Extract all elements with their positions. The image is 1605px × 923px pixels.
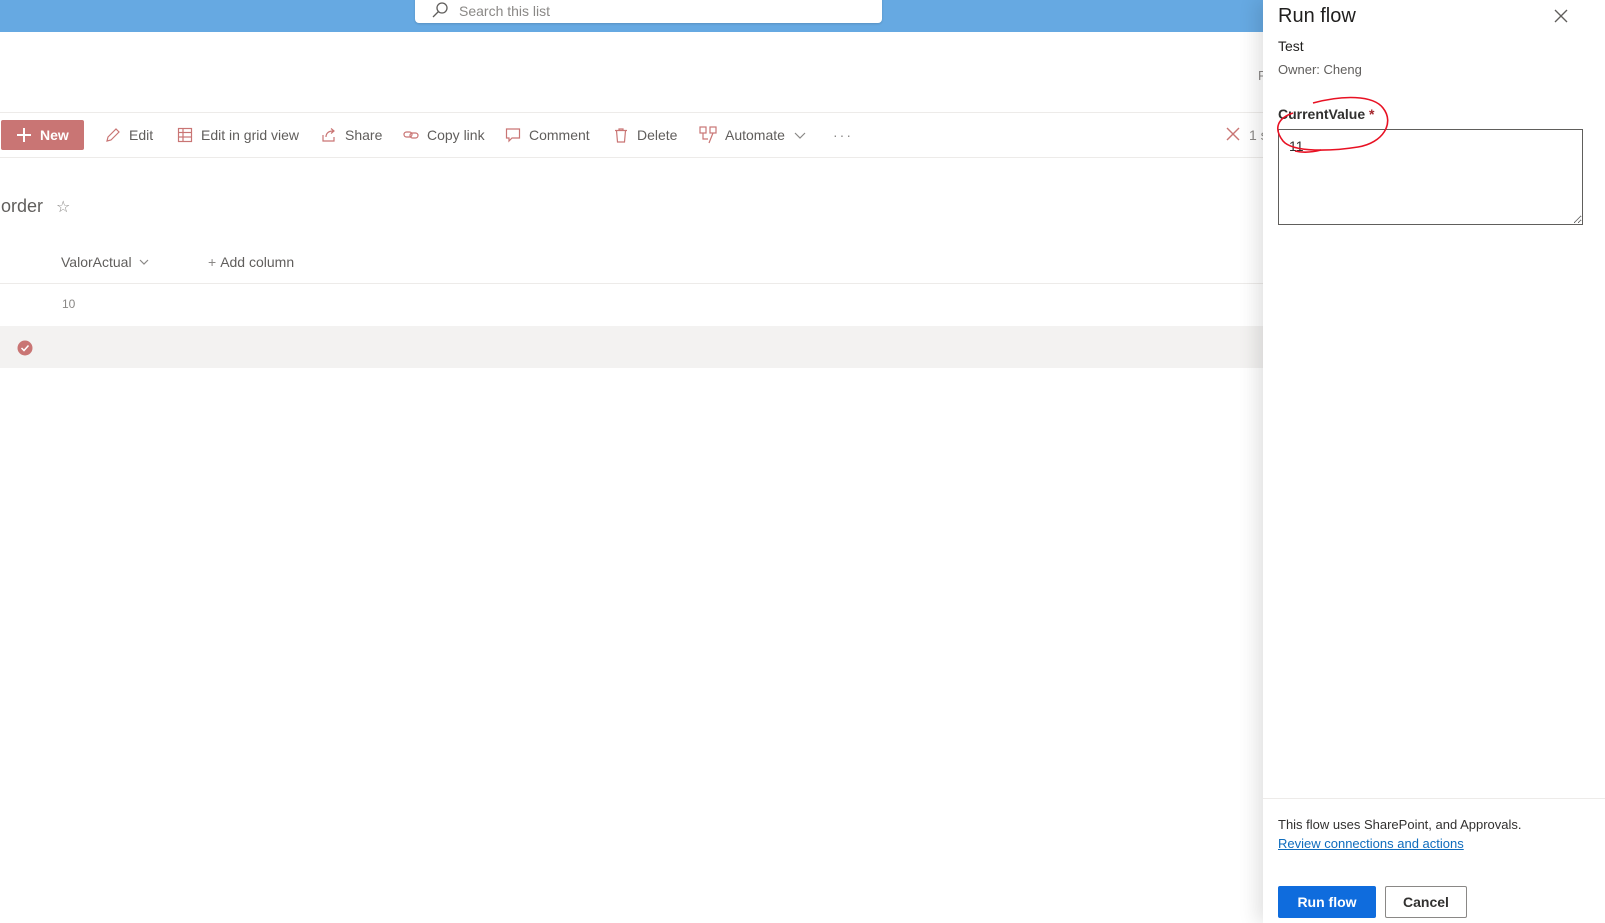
column-header-label: ValorActual: [61, 254, 132, 270]
grid-icon: [177, 127, 193, 143]
delete-button[interactable]: Delete: [613, 113, 677, 157]
trash-icon: [615, 128, 627, 143]
clear-selection-icon[interactable]: [1225, 126, 1241, 142]
link-icon: [403, 131, 419, 139]
edit-button[interactable]: Edit: [105, 113, 153, 157]
automate-label: Automate: [725, 127, 785, 143]
panel-title: Run flow: [1278, 5, 1356, 27]
table-cell: 10: [62, 297, 76, 311]
comment-button[interactable]: Comment: [505, 113, 590, 157]
pencil-icon: [106, 128, 120, 142]
chevron-down-icon: [139, 259, 148, 265]
connections-info: This flow uses SharePoint, and Approvals…: [1278, 817, 1522, 832]
delete-label: Delete: [637, 127, 678, 143]
run-flow-button[interactable]: Run flow: [1278, 886, 1376, 918]
current-value-label-text: CurrentValue: [1278, 106, 1366, 122]
flow-name: Test: [1278, 38, 1304, 54]
current-value-input[interactable]: [1278, 129, 1583, 225]
run-flow-panel: Run flow Test Owner: Cheng CurrentValue …: [1263, 0, 1605, 923]
plus-icon: +: [208, 254, 217, 270]
more-button[interactable]: ···: [833, 113, 853, 157]
share-label: Share: [345, 127, 383, 143]
share-button[interactable]: Share: [321, 113, 382, 157]
copy-link-label: Copy link: [427, 127, 485, 143]
close-icon[interactable]: [1553, 8, 1569, 24]
plus-icon: [17, 128, 31, 142]
automate-icon: [699, 126, 717, 144]
column-header-valoractual[interactable]: ValorActual: [61, 254, 150, 270]
footer-divider: [1263, 798, 1605, 799]
new-button[interactable]: New: [1, 120, 84, 150]
comment-label: Comment: [529, 127, 590, 143]
automate-button[interactable]: Automate: [699, 113, 815, 157]
add-column-button[interactable]: + Add column: [208, 254, 294, 270]
flow-owner: Owner: Cheng: [1278, 62, 1362, 77]
search-box[interactable]: [415, 0, 882, 23]
comment-icon: [505, 128, 521, 143]
share-icon: [322, 128, 335, 142]
header-divider: [0, 283, 1270, 284]
table-row-selected[interactable]: [0, 326, 1270, 368]
current-value-label: CurrentValue *: [1278, 106, 1374, 122]
search-input[interactable]: [459, 3, 859, 19]
chevron-down-icon: [794, 132, 806, 139]
required-mark: *: [1369, 106, 1375, 122]
search-icon: [432, 2, 448, 18]
list-title: order: [1, 196, 44, 216]
command-bar: New Edit Edit in grid view Share Copy li…: [0, 112, 1270, 158]
check-circle-icon[interactable]: [17, 340, 33, 356]
add-column-label: Add column: [220, 254, 295, 270]
new-button-label: New: [40, 127, 69, 143]
cancel-button[interactable]: Cancel: [1385, 886, 1467, 918]
edit-grid-label: Edit in grid view: [201, 127, 300, 143]
edit-grid-button[interactable]: Edit in grid view: [177, 113, 299, 157]
favorite-star-icon[interactable]: ☆: [56, 197, 70, 217]
edit-label: Edit: [129, 127, 154, 143]
copy-link-button[interactable]: Copy link: [403, 113, 485, 157]
review-connections-link[interactable]: Review connections and actions: [1278, 836, 1464, 851]
